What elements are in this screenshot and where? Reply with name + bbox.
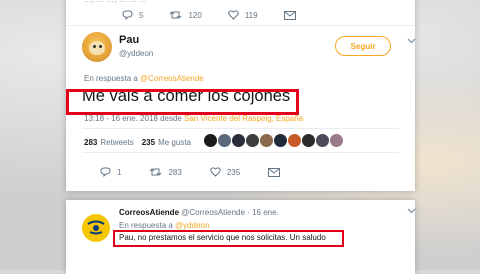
like-count: 119: [244, 10, 258, 20]
divider: [82, 152, 399, 153]
correos-avatar[interactable]: [82, 214, 110, 242]
like-action[interactable]: 119: [228, 10, 258, 20]
heart-icon: [210, 167, 221, 177]
divider: [82, 128, 399, 129]
previous-tweet-actions: 5 120 119: [122, 10, 328, 20]
liker-avatar[interactable]: [288, 134, 301, 147]
avatar-face: [89, 41, 105, 55]
location-link[interactable]: San Vicente del Raspeig, España: [184, 114, 303, 123]
message-action[interactable]: [283, 10, 302, 20]
retweets-label: Retweets: [100, 138, 134, 147]
reply-author-name[interactable]: CorreosAtiende: [119, 208, 179, 217]
reply-author-handle[interactable]: @CorreosAtiende: [181, 208, 245, 217]
retweets-stat[interactable]: 283 Retweets: [84, 138, 134, 147]
reply-prefix: En respuesta a: [84, 74, 138, 83]
tweet-text-highlight: [66, 89, 299, 115]
correos-logo-icon: [87, 220, 105, 235]
reply-prefix: En respuesta a: [119, 221, 173, 230]
timestamp: 13:18 - 16 ene. 2018 desde: [84, 114, 182, 123]
liker-avatar[interactable]: [260, 134, 273, 147]
liker-avatar[interactable]: [232, 134, 245, 147]
reply-author: CorreosAtiende @CorreosAtiende · 16 ene.: [119, 208, 279, 217]
liker-avatar[interactable]: [302, 134, 315, 147]
retweet-icon: [170, 11, 182, 19]
retweet-action[interactable]: 283: [149, 167, 182, 177]
reply-context: En respuesta a @CorreosAtiende: [84, 74, 204, 83]
likes-stat[interactable]: 235 Me gusta: [142, 138, 191, 147]
reply-action[interactable]: 1: [100, 167, 121, 177]
tweet-meta: 13:18 - 16 ene. 2018 desde San Vicente d…: [84, 114, 303, 123]
avatar-eye: [99, 45, 102, 48]
avatar[interactable]: [82, 32, 112, 62]
likes-number: 235: [141, 138, 156, 147]
divider: [66, 25, 415, 26]
previous-tweet-text: ..., ... ..., ... ... ...: [84, 0, 147, 4]
retweets-number: 283: [84, 138, 98, 147]
reply-card: CorreosAtiende @CorreosAtiende · 16 ene.…: [66, 200, 416, 274]
tweet-actions: 1 283 235: [100, 167, 312, 177]
retweet-action[interactable]: 120: [169, 10, 202, 20]
retweet-count: 120: [188, 10, 202, 20]
liker-avatar[interactable]: [246, 134, 259, 147]
reply-icon: [122, 10, 133, 20]
envelope-icon: [283, 10, 296, 20]
follow-button[interactable]: Seguir: [335, 36, 391, 56]
liker-avatar[interactable]: [330, 134, 343, 147]
retweet-icon: [150, 168, 162, 176]
likes-label: Me gusta: [158, 138, 191, 147]
reply-count: 5: [139, 10, 144, 20]
reply-count: 1: [117, 167, 122, 177]
reply-icon: [100, 167, 111, 177]
liker-avatar[interactable]: [274, 134, 287, 147]
likers-avatars: [204, 134, 344, 147]
like-action[interactable]: 235: [210, 167, 240, 177]
author-name[interactable]: Pau: [119, 34, 139, 46]
reply-action[interactable]: 5: [122, 10, 143, 20]
avatar-eye: [93, 45, 96, 48]
reply-date[interactable]: · 16 ene.: [247, 208, 279, 217]
chevron-down-icon[interactable]: [407, 38, 416, 44]
author-handle[interactable]: @yddeon: [119, 49, 153, 58]
envelope-icon: [268, 167, 281, 177]
liker-avatar[interactable]: [316, 134, 329, 147]
liker-avatar[interactable]: [218, 134, 231, 147]
message-action[interactable]: [268, 167, 286, 177]
reply-context: En respuesta a @yddeon: [119, 221, 209, 230]
chevron-down-icon[interactable]: [407, 208, 416, 214]
liker-avatar[interactable]: [204, 134, 217, 147]
tweet-stats: 283 Retweets 235 Me gusta: [84, 138, 191, 147]
like-count: 235: [226, 167, 241, 177]
reply-text-highlight: [113, 230, 344, 247]
retweet-count: 283: [168, 167, 182, 177]
reply-target-link[interactable]: @CorreosAtiende: [140, 74, 204, 83]
reply-target-link[interactable]: @yddeon: [175, 221, 209, 230]
heart-icon: [228, 10, 239, 20]
